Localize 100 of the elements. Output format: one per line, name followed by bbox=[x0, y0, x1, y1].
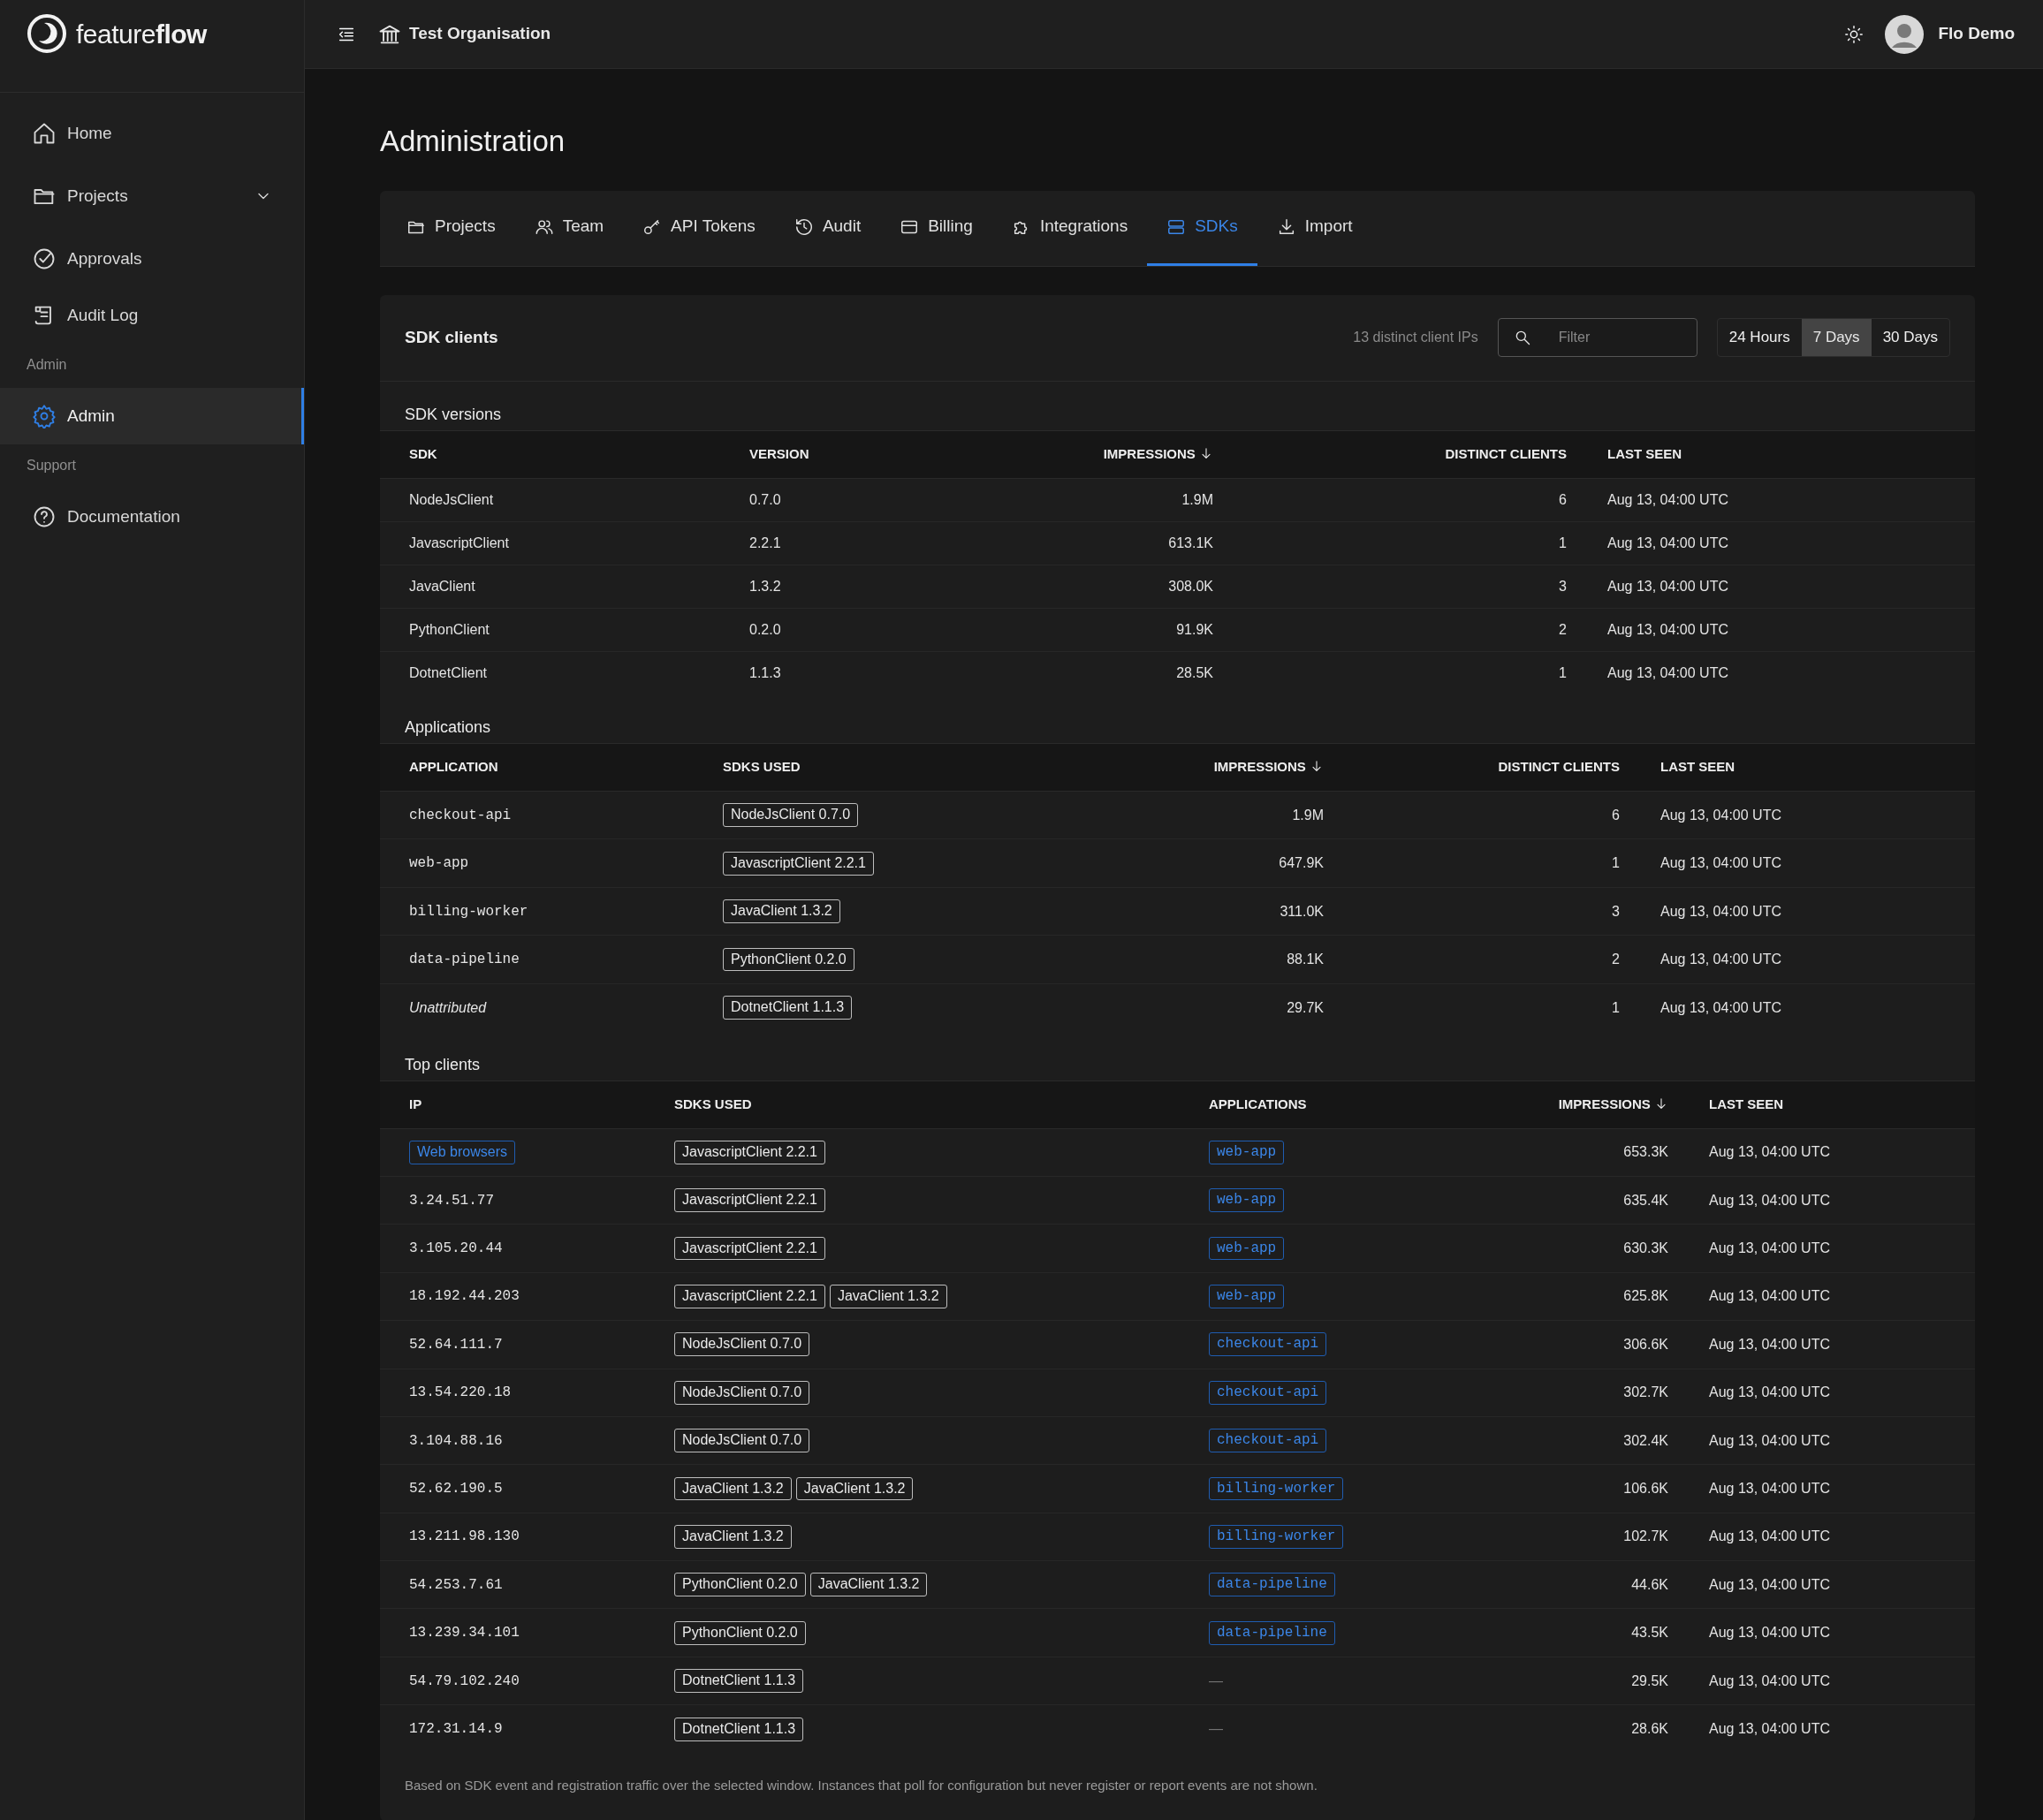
table-cell: billing-worker bbox=[409, 903, 528, 920]
table-cell: 0.2.0 bbox=[749, 621, 781, 637]
application-link[interactable]: web-app bbox=[1209, 1285, 1285, 1308]
tab[interactable]: Billing bbox=[880, 190, 992, 266]
sdk-tag: JavaClient 1.3.2 bbox=[674, 1476, 792, 1501]
table-cell: 630.3K bbox=[1623, 1240, 1668, 1255]
client-group-link[interactable]: Web browsers bbox=[409, 1140, 515, 1164]
table-cell: 29.7K bbox=[1287, 999, 1324, 1015]
tab[interactable]: API Tokens bbox=[623, 190, 775, 266]
section-title: Top clients bbox=[404, 1054, 482, 1075]
application-link[interactable]: web-app bbox=[1209, 1140, 1285, 1164]
table-cell: 1 bbox=[1612, 999, 1620, 1015]
table-cell: — bbox=[1209, 1721, 1223, 1737]
filter-field[interactable]: Filter bbox=[1497, 318, 1697, 358]
column-header[interactable]: SDK bbox=[409, 445, 437, 461]
table-cell: Aug 13, 04:00 UTC bbox=[1709, 1480, 1830, 1496]
column-header[interactable]: VERSION bbox=[749, 445, 809, 461]
table-cell: 613.1K bbox=[1168, 535, 1213, 550]
check-circle-icon bbox=[32, 246, 57, 271]
table-cell: 52.62.190.5 bbox=[409, 1480, 503, 1497]
table-cell: 54.253.7.61 bbox=[409, 1576, 503, 1593]
application-link[interactable]: data-pipeline bbox=[1209, 1620, 1335, 1645]
table-cell: Aug 13, 04:00 UTC bbox=[1607, 578, 1728, 594]
table-cell: Aug 13, 04:00 UTC bbox=[1607, 535, 1728, 550]
column-header[interactable]: LAST SEEN bbox=[1660, 759, 1735, 775]
home-icon bbox=[32, 121, 57, 146]
column-header[interactable]: SDKS USED bbox=[723, 759, 801, 775]
sdk-tag: JavascriptClient 2.2.1 bbox=[674, 1236, 825, 1261]
sidebar-item[interactable]: Projects bbox=[0, 162, 304, 231]
table-cell: 3 bbox=[1559, 578, 1567, 594]
page-title: Administration bbox=[380, 124, 566, 159]
table-cell: PythonClient bbox=[409, 621, 490, 637]
sidebar-item[interactable]: Documentation bbox=[0, 489, 304, 545]
application-link[interactable]: checkout-api bbox=[1209, 1332, 1327, 1357]
tab[interactable]: Integrations bbox=[991, 190, 1148, 266]
table-cell: Aug 13, 04:00 UTC bbox=[1709, 1192, 1830, 1208]
table-cell: 52.64.111.7 bbox=[409, 1336, 503, 1353]
table-cell: Aug 13, 04:00 UTC bbox=[1660, 951, 1781, 967]
application-link[interactable]: checkout-api bbox=[1209, 1429, 1327, 1452]
table-cell: 306.6K bbox=[1623, 1336, 1668, 1352]
sidebar-item[interactable]: Audit Log bbox=[0, 287, 304, 344]
sun-icon bbox=[1844, 24, 1865, 44]
sdk-tag: PythonClient 0.2.0 bbox=[674, 1573, 806, 1597]
sidebar-item[interactable]: Approvals bbox=[0, 231, 304, 287]
range-button[interactable]: 7 Days bbox=[1801, 319, 1872, 357]
tab[interactable]: SDKs bbox=[1147, 190, 1257, 266]
theme-toggle-button[interactable] bbox=[1844, 24, 1865, 44]
sort-arrow-icon bbox=[1310, 759, 1324, 774]
column-header[interactable]: DISTINCT CLIENTS bbox=[1445, 445, 1567, 461]
table-cell: 3.105.20.44 bbox=[409, 1240, 503, 1256]
column-header[interactable]: APPLICATIONS bbox=[1209, 1096, 1307, 1111]
sdk-tag: JavascriptClient 2.2.1 bbox=[674, 1188, 825, 1213]
application-link[interactable]: billing-worker bbox=[1209, 1524, 1344, 1549]
table-cell: 106.6K bbox=[1623, 1480, 1668, 1496]
table-cell: 91.9K bbox=[1176, 621, 1213, 637]
user-name[interactable]: Flo Demo bbox=[1938, 21, 2015, 47]
table-cell: 302.4K bbox=[1623, 1432, 1668, 1448]
table-cell: 29.5K bbox=[1631, 1672, 1668, 1688]
column-header[interactable]: APPLICATION bbox=[409, 759, 498, 775]
column-header[interactable]: IMPRESSIONS bbox=[1213, 759, 1324, 775]
column-header[interactable]: SDKS USED bbox=[674, 1096, 752, 1111]
column-header[interactable]: IMPRESSIONS bbox=[1558, 1096, 1668, 1111]
table-cell: Aug 13, 04:00 UTC bbox=[1660, 903, 1781, 919]
tab[interactable]: Projects bbox=[387, 190, 515, 266]
application-link[interactable]: checkout-api bbox=[1209, 1380, 1327, 1405]
column-header[interactable]: DISTINCT CLIENTS bbox=[1498, 759, 1620, 775]
table-cell: Aug 13, 04:00 UTC bbox=[1709, 1672, 1830, 1688]
column-header[interactable]: LAST SEEN bbox=[1709, 1096, 1784, 1111]
table-cell: 44.6K bbox=[1631, 1576, 1668, 1592]
sdk-tag: JavaClient 1.3.2 bbox=[674, 1524, 792, 1549]
table-cell: 647.9K bbox=[1279, 855, 1324, 871]
sdk-tag: DotnetClient 1.1.3 bbox=[723, 996, 853, 1020]
table-cell: Aug 13, 04:00 UTC bbox=[1607, 664, 1728, 680]
brand-name: featureflow bbox=[76, 18, 207, 50]
table-cell: 1.3.2 bbox=[749, 578, 781, 594]
table-cell: JavascriptClient bbox=[409, 535, 509, 550]
table-cell: Aug 13, 04:00 UTC bbox=[1709, 1144, 1830, 1160]
tab[interactable]: Import bbox=[1257, 190, 1372, 266]
table-cell: 653.3K bbox=[1623, 1144, 1668, 1160]
table-cell: Aug 13, 04:00 UTC bbox=[1709, 1240, 1830, 1255]
application-link[interactable]: data-pipeline bbox=[1209, 1573, 1335, 1597]
column-header[interactable]: LAST SEEN bbox=[1607, 445, 1682, 461]
avatar-icon[interactable] bbox=[1885, 14, 1925, 54]
sort-arrow-icon bbox=[1654, 1096, 1668, 1111]
tab[interactable]: Team bbox=[514, 190, 624, 266]
table-cell: 172.31.14.9 bbox=[409, 1721, 503, 1738]
sidebar-item[interactable]: Admin bbox=[0, 388, 304, 444]
organisation-name[interactable]: Test Organisation bbox=[409, 21, 551, 47]
tab[interactable]: Audit bbox=[774, 190, 881, 266]
sdk-tag: JavaClient 1.3.2 bbox=[829, 1285, 947, 1308]
sdk-tag: NodeJsClient 0.7.0 bbox=[674, 1332, 810, 1357]
sidebar-item[interactable]: Home bbox=[0, 105, 304, 162]
table-cell: Aug 13, 04:00 UTC bbox=[1709, 1576, 1830, 1592]
range-button[interactable]: 30 Days bbox=[1871, 319, 1949, 357]
application-link[interactable]: web-app bbox=[1209, 1236, 1285, 1261]
application-link[interactable]: billing-worker bbox=[1209, 1476, 1344, 1501]
application-link[interactable]: web-app bbox=[1209, 1188, 1285, 1213]
column-header[interactable]: IP bbox=[409, 1096, 422, 1111]
column-header[interactable]: IMPRESSIONS bbox=[1103, 445, 1213, 461]
range-button[interactable]: 24 Hours bbox=[1717, 319, 1802, 357]
